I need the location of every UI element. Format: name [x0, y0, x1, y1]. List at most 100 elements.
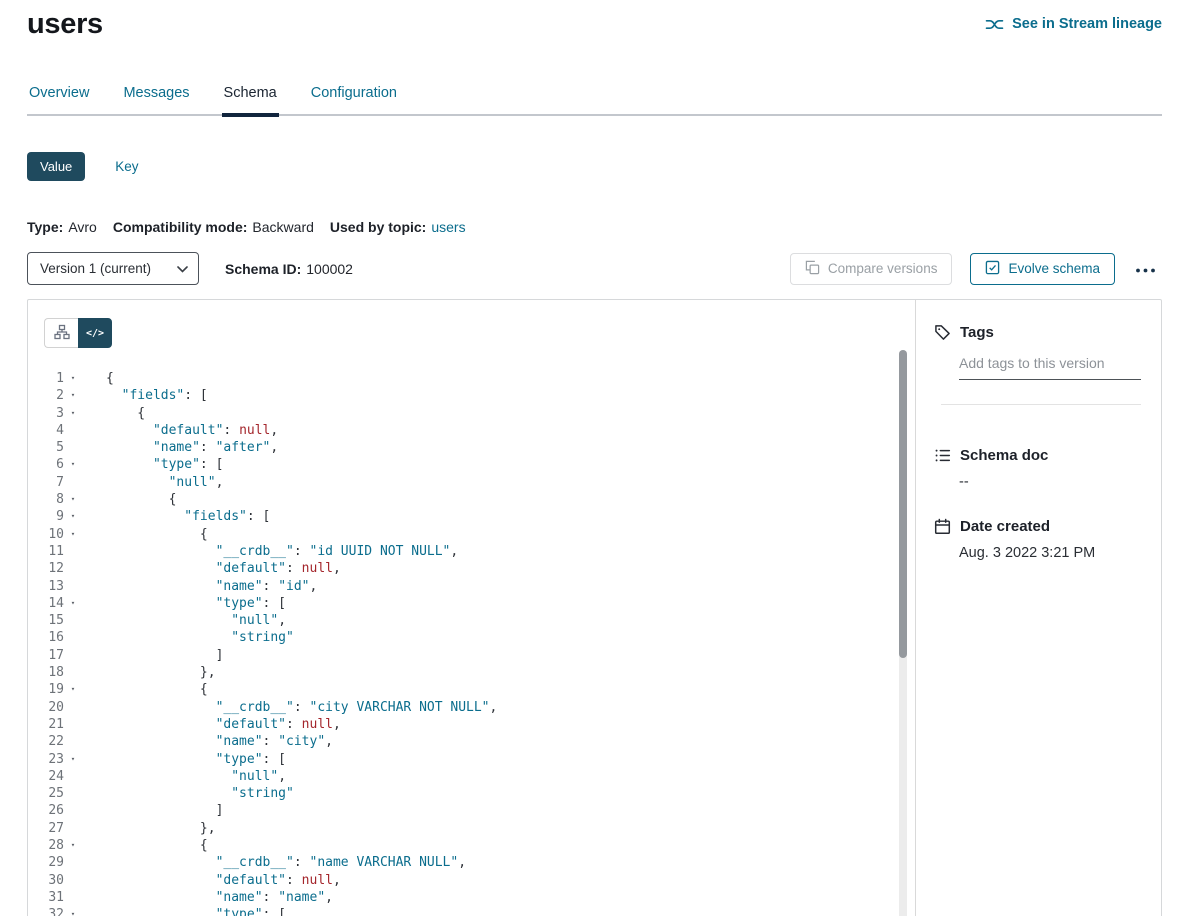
- code-line-22: 22"name": "city",: [36, 733, 915, 750]
- fold-toggle-icon[interactable]: ▾: [64, 526, 82, 543]
- code-text: "default": null,: [106, 872, 341, 889]
- schema-doc-title: Schema doc: [960, 447, 1048, 464]
- line-number: 22: [36, 733, 64, 750]
- type-label: Type:: [27, 219, 63, 235]
- version-actions: Compare versions Evolve schema: [790, 253, 1162, 285]
- schema-id-label: Schema ID:: [225, 261, 301, 277]
- editor-scrollbar-thumb[interactable]: [899, 350, 907, 658]
- compare-copy-icon: [805, 260, 820, 278]
- edit-check-icon: [985, 260, 1000, 278]
- line-number: 3: [36, 405, 64, 422]
- type-group: Type: Avro: [27, 219, 97, 235]
- code-line-17: 17]: [36, 647, 915, 664]
- schema-page: users See in Stream lineage Overview Mess…: [0, 0, 1189, 916]
- fold-toggle-icon[interactable]: ▾: [64, 491, 82, 508]
- fold-toggle-icon[interactable]: ▾: [64, 405, 82, 422]
- fold-toggle-icon[interactable]: ▾: [64, 595, 82, 612]
- compare-versions-button[interactable]: Compare versions: [790, 253, 953, 285]
- code-line-10: 10▾{: [36, 526, 915, 543]
- line-number: 18: [36, 664, 64, 681]
- code-text: {: [106, 491, 176, 508]
- code-text: "type": [: [106, 595, 286, 612]
- add-tags-input[interactable]: [959, 355, 1141, 380]
- tab-messages[interactable]: Messages: [121, 79, 191, 114]
- tab-bar: Overview Messages Schema Configuration: [27, 79, 1162, 116]
- tab-configuration[interactable]: Configuration: [309, 79, 399, 114]
- line-number: 5: [36, 439, 64, 456]
- code-line-2: 2▾"fields": [: [36, 387, 915, 404]
- code-text: "__crdb__": "id UUID NOT NULL",: [106, 543, 458, 560]
- code-line-28: 28▾{: [36, 837, 915, 854]
- code-text: "type": [: [106, 751, 286, 768]
- code-text: "name": "name",: [106, 889, 333, 906]
- line-number: 30: [36, 872, 64, 889]
- compatibility-value: Backward: [252, 219, 313, 235]
- used-by-topic-label: Used by topic:: [330, 219, 426, 235]
- code-line-1: 1▾{: [36, 370, 915, 387]
- code-line-15: 15"null",: [36, 612, 915, 629]
- editor-scrollbar[interactable]: [899, 350, 907, 916]
- evolve-schema-button[interactable]: Evolve schema: [970, 253, 1115, 285]
- schema-panel: </> 1▾{2▾"fields": [3▾{4"default": null,…: [27, 299, 1162, 916]
- fold-toggle-icon[interactable]: ▾: [64, 681, 82, 698]
- tags-title: Tags: [960, 324, 994, 341]
- topic-link[interactable]: users: [431, 219, 465, 235]
- fold-toggle-icon[interactable]: ▾: [64, 456, 82, 473]
- fold-toggle-icon[interactable]: ▾: [64, 387, 82, 404]
- line-number: 24: [36, 768, 64, 785]
- code-line-26: 26]: [36, 802, 915, 819]
- line-number: 2: [36, 387, 64, 404]
- version-select[interactable]: Version 1 (current): [27, 252, 199, 285]
- editor-view-toggle: </>: [28, 300, 915, 348]
- fold-toggle-icon[interactable]: ▾: [64, 370, 82, 387]
- code-text: },: [106, 664, 216, 681]
- code-text: "null",: [106, 474, 223, 491]
- line-number: 10: [36, 526, 64, 543]
- line-number: 17: [36, 647, 64, 664]
- code-text: "null",: [106, 612, 286, 629]
- tag-icon: [934, 324, 951, 341]
- schema-doc-section-header: Schema doc: [934, 447, 1141, 464]
- tab-overview[interactable]: Overview: [27, 79, 91, 114]
- code-line-29: 29"__crdb__": "name VARCHAR NULL",: [36, 854, 915, 871]
- code-text: "default": null,: [106, 560, 341, 577]
- code-text: {: [106, 405, 145, 422]
- compare-versions-label: Compare versions: [828, 261, 938, 276]
- line-number: 16: [36, 629, 64, 646]
- line-number: 31: [36, 889, 64, 906]
- tab-schema[interactable]: Schema: [222, 79, 279, 117]
- code-line-32: 32▾"type": [: [36, 906, 915, 916]
- fold-toggle-icon[interactable]: ▾: [64, 751, 82, 768]
- code-line-23: 23▾"type": [: [36, 751, 915, 768]
- type-value: Avro: [68, 219, 97, 235]
- tree-view-button[interactable]: [44, 318, 78, 348]
- more-options-button[interactable]: [1129, 257, 1162, 280]
- chevron-down-icon: [177, 261, 188, 276]
- fold-toggle-icon[interactable]: ▾: [64, 837, 82, 854]
- schema-id-value: 100002: [306, 261, 353, 277]
- version-select-value: Version 1 (current): [40, 261, 151, 276]
- code-line-5: 5"name": "after",: [36, 439, 915, 456]
- code-view-button[interactable]: </>: [78, 318, 112, 348]
- value-toggle-button[interactable]: Value: [27, 152, 85, 181]
- code-line-20: 20"__crdb__": "city VARCHAR NOT NULL",: [36, 699, 915, 716]
- stream-lineage-link[interactable]: See in Stream lineage: [985, 16, 1162, 32]
- stream-lineage-label: See in Stream lineage: [1012, 16, 1162, 32]
- code-line-25: 25"string": [36, 785, 915, 802]
- code-line-14: 14▾"type": [: [36, 595, 915, 612]
- sidebar-divider: [941, 404, 1141, 405]
- compatibility-group: Compatibility mode: Backward: [113, 219, 314, 235]
- code-text: },: [106, 820, 216, 837]
- date-created-section-header: Date created: [934, 518, 1141, 535]
- used-by-topic-group: Used by topic: users: [330, 219, 466, 235]
- code-line-27: 27},: [36, 820, 915, 837]
- key-toggle-button[interactable]: Key: [115, 159, 138, 174]
- line-number: 26: [36, 802, 64, 819]
- code-text: "string": [106, 629, 294, 646]
- fold-toggle-icon[interactable]: ▾: [64, 508, 82, 525]
- fold-toggle-icon[interactable]: ▾: [64, 906, 82, 916]
- code-line-30: 30 "default": null,: [36, 872, 915, 889]
- line-number: 32: [36, 906, 64, 916]
- code-line-6: 6▾"type": [: [36, 456, 915, 473]
- line-number: 12: [36, 560, 64, 577]
